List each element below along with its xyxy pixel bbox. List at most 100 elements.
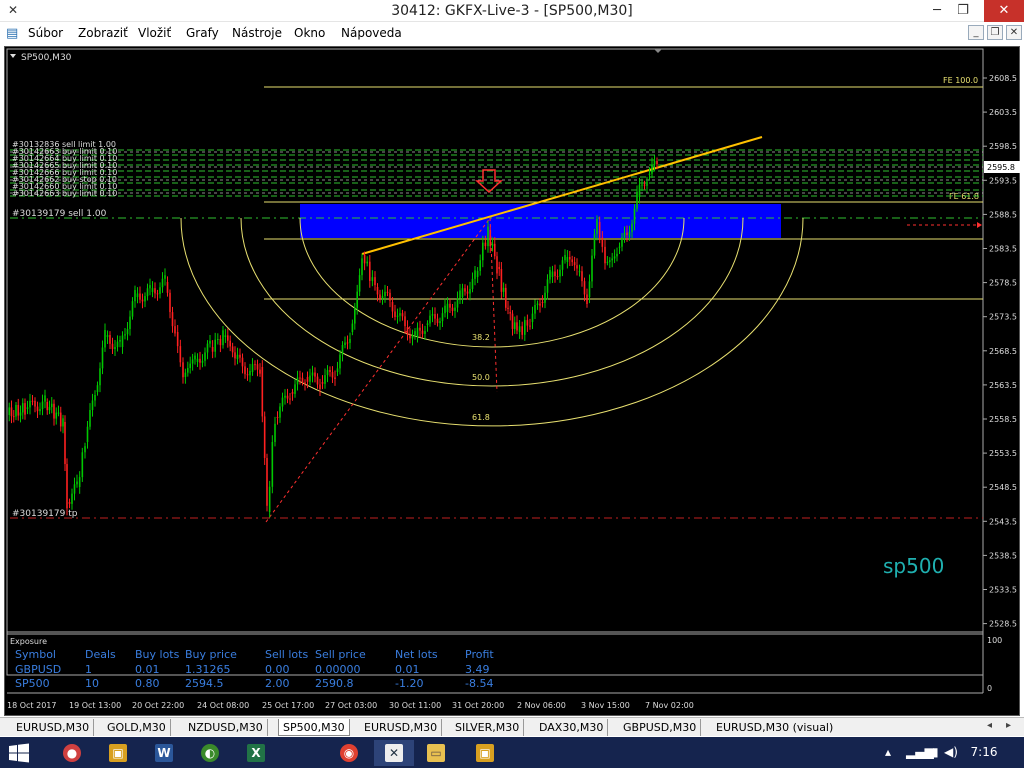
candle-body	[571, 259, 573, 263]
menu-tools[interactable]: Nástroje	[232, 26, 282, 40]
candle-body	[19, 412, 22, 416]
candle-body	[10, 407, 13, 417]
candle-body	[86, 426, 89, 442]
candle-body	[286, 395, 289, 399]
candle-body	[189, 363, 191, 369]
tab-nzdusd-m30[interactable]: NZDUSD,M30	[184, 719, 268, 736]
price-tick-label: 2603.5	[989, 108, 1017, 117]
mdi-restore-button[interactable]: ❐	[987, 25, 1003, 40]
supply-zone-rectangle[interactable]	[300, 204, 781, 238]
network-icon[interactable]: ▂▄▆	[906, 745, 934, 759]
price-tick-label: 2578.5	[989, 279, 1017, 288]
menu-window[interactable]: Okno	[294, 26, 325, 40]
candle-body	[96, 385, 99, 392]
candle-body	[119, 340, 121, 342]
mdi-minimize-button[interactable]: _	[968, 25, 984, 40]
tab-scroll-left-icon[interactable]: ◂	[987, 720, 992, 731]
indicator-scale-top: 100	[987, 636, 1002, 645]
candle-body	[179, 346, 182, 363]
candle-body	[369, 261, 371, 281]
paint-icon[interactable]: ●	[52, 740, 92, 766]
menu-file[interactable]: Súbor	[28, 26, 63, 40]
candle-body	[394, 311, 396, 317]
candle-body	[134, 290, 136, 302]
candle-body	[511, 313, 514, 329]
explorer-icon[interactable]: ▭	[416, 740, 456, 766]
tab-dax30-m30[interactable]: DAX30,M30	[535, 719, 609, 736]
volume-icon[interactable]: ◀)	[944, 745, 958, 759]
candle-body	[446, 303, 449, 312]
candle-body	[536, 303, 539, 306]
candle-body	[116, 341, 119, 348]
tab-eurusd-m30-2[interactable]: EURUSD,M30	[360, 719, 443, 736]
menu-help[interactable]: Nápoveda	[341, 26, 402, 40]
candle-body	[227, 335, 229, 341]
candle-body	[53, 403, 55, 419]
candle-body	[15, 405, 17, 417]
down-arrow-icon[interactable]	[475, 169, 503, 194]
battery-icon[interactable]: ▮	[932, 745, 939, 759]
tray-expand-icon[interactable]: ▴	[885, 745, 891, 759]
candle-body	[174, 326, 176, 334]
candle-body	[454, 307, 456, 311]
sell-order-label: #30139179 sell 1.00	[12, 209, 107, 219]
take-profit-label: #30139179 tp	[12, 509, 78, 519]
candle-body	[156, 293, 159, 295]
fib-anchor-line[interactable]	[265, 217, 491, 523]
candle-body	[344, 342, 346, 346]
candle-body	[34, 400, 36, 407]
windows-taskbar: ● ▣ W ◐ X ◉ ✕ ▭ ▣ ▴ ▂▄▆ ▮ ◀) 7:16	[0, 737, 1024, 768]
candle-body	[194, 355, 196, 360]
close-button[interactable]: ✕	[984, 0, 1024, 22]
tab-eurusd-m30[interactable]: EURUSD,M30	[12, 719, 95, 736]
mt4-icon[interactable]: ◐	[190, 740, 230, 766]
arc-618-label: 61.8	[472, 413, 490, 422]
candle-body	[239, 354, 241, 358]
excel-icon[interactable]: X	[236, 740, 276, 766]
candle-body	[496, 256, 498, 274]
time-tick-label: 30 Oct 11:00	[389, 701, 441, 710]
price-tick-label: 2533.5	[989, 586, 1017, 595]
tab-silver-m30[interactable]: SILVER,M30	[451, 719, 525, 736]
tab-eurusd-m30-visual[interactable]: EURUSD,M30 (visual)	[712, 719, 837, 736]
time-axis[interactable]: 18 Oct 2017 19 Oct 13:00 20 Oct 22:00 24 Oc…	[7, 701, 694, 710]
candle-body	[316, 376, 319, 385]
windows-start-icon[interactable]	[8, 743, 30, 763]
tab-scroll-right-icon[interactable]: ▸	[1006, 720, 1011, 731]
candle-body	[199, 358, 201, 363]
tab-gbpusd-m30[interactable]: GBPUSD,M30	[619, 719, 702, 736]
document-icon[interactable]: ▤	[6, 26, 18, 41]
candle-body	[576, 265, 578, 269]
candle-body	[623, 232, 626, 238]
word-icon[interactable]: W	[144, 740, 184, 766]
candle-body	[129, 316, 131, 329]
candle-body	[502, 287, 505, 292]
chart-window[interactable]: SP500,M30 FE 100.0 FE 61.8 #30132836 sel…	[4, 46, 1020, 716]
pending-order-lines[interactable]	[10, 149, 983, 197]
tab-sp500-m30[interactable]: SP500,M30	[278, 719, 350, 736]
tab-gold-m30[interactable]: GOLD,M30	[103, 719, 171, 736]
mt4-active-icon[interactable]: ✕	[374, 740, 414, 766]
menu-view[interactable]: Zobraziť	[78, 26, 128, 40]
app-icon[interactable]: ▣	[98, 740, 138, 766]
candle-body	[73, 484, 76, 494]
menu-insert[interactable]: Vložiť	[138, 26, 171, 40]
shift-marker-icon[interactable]	[654, 49, 662, 53]
candle-body	[396, 315, 399, 317]
candle-body	[204, 352, 206, 361]
chrome-icon[interactable]: ◉	[329, 740, 369, 766]
candle-body	[628, 231, 631, 237]
menu-charts[interactable]: Grafy	[186, 26, 219, 40]
maximize-button[interactable]: ❐	[948, 0, 978, 22]
candle-body	[99, 368, 101, 386]
candle-body	[631, 223, 633, 232]
app2-icon[interactable]: ▣	[465, 740, 505, 766]
candle-body	[356, 291, 358, 308]
price-axis[interactable]: 2608.5 2603.5 2598.5 2593.5 2588.5 2583.5 2578…	[983, 74, 1017, 629]
candle-body	[500, 269, 503, 292]
mdi-close-button[interactable]: ✕	[1006, 25, 1022, 40]
candle-body	[201, 360, 204, 363]
candle-body	[187, 368, 189, 373]
menu-bar: ▤ Súbor Zobraziť Vložiť Grafy Nástroje O…	[0, 22, 1024, 44]
svg-text:-8.54: -8.54	[465, 677, 493, 690]
